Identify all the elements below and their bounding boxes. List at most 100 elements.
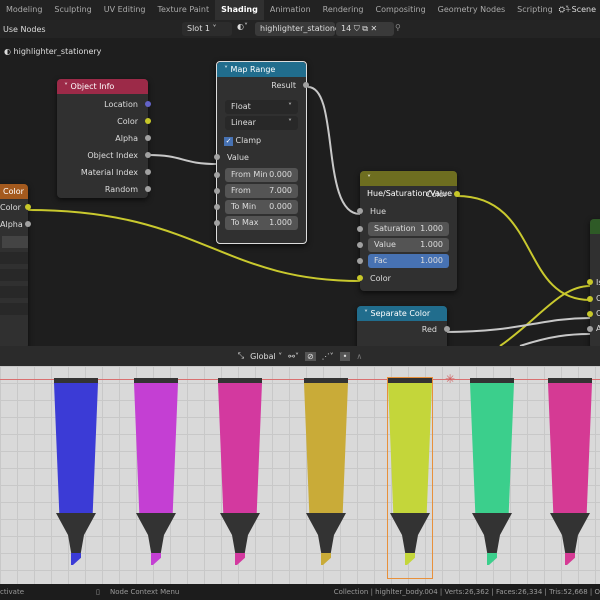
socket[interactable] xyxy=(145,152,151,158)
dropdown[interactable] xyxy=(0,252,28,264)
dropdown[interactable] xyxy=(0,269,28,281)
3d-viewport[interactable]: ✳ xyxy=(0,366,600,584)
socket[interactable] xyxy=(145,169,151,175)
socket[interactable] xyxy=(25,221,31,227)
status-middle: Node Context Menu xyxy=(110,588,180,596)
marker-body xyxy=(470,383,514,513)
tab-compositing[interactable]: Compositing xyxy=(370,0,432,20)
attribute-browse[interactable] xyxy=(2,236,28,248)
to-max-field[interactable]: To Max 1.000 xyxy=(214,216,298,230)
socket[interactable] xyxy=(303,82,309,88)
separate-color-node[interactable]: ˅ Separate Color Red xyxy=(357,306,450,351)
map-range-node[interactable]: ˅ Map Range Result Float ˅ Linear ˅ ✓ Clam… xyxy=(214,61,309,244)
highlighter-marker[interactable] xyxy=(387,377,433,579)
tab-animation[interactable]: Animation xyxy=(264,0,317,20)
to-min-field[interactable]: To Min 0.000 xyxy=(214,200,298,214)
socket[interactable] xyxy=(214,204,220,210)
output-color: Color xyxy=(57,113,151,130)
output-alpha: Alpha xyxy=(0,216,31,233)
socket[interactable] xyxy=(214,188,220,194)
tab-texture-paint[interactable]: Texture Paint xyxy=(151,0,215,20)
proportional-edit-icon[interactable]: • xyxy=(339,351,351,361)
socket[interactable] xyxy=(145,135,151,141)
object-info-node[interactable]: ˅ Object Info Location Color Alpha Objec… xyxy=(57,79,151,198)
material-browse-icon[interactable]: ◐˅ xyxy=(237,22,248,31)
socket[interactable] xyxy=(357,258,363,264)
marker-cap xyxy=(388,378,432,383)
highlighter-marker[interactable] xyxy=(134,378,178,578)
socket[interactable] xyxy=(145,118,151,124)
dropdown[interactable] xyxy=(0,286,28,298)
status-left: ctivate xyxy=(0,588,25,596)
interpolation-dropdown[interactable]: Linear ˅ xyxy=(225,116,298,130)
duplicate-icon[interactable]: ⧉ xyxy=(362,24,368,33)
marker-tip xyxy=(306,513,346,553)
highlighter-marker[interactable] xyxy=(218,378,262,578)
tab-scripting[interactable]: Scripting xyxy=(511,0,559,20)
socket[interactable] xyxy=(214,220,220,226)
output-location: Location xyxy=(57,96,151,113)
marker-nib xyxy=(487,553,497,565)
tab-rendering[interactable]: Rendering xyxy=(317,0,370,20)
tab-geometry-nodes[interactable]: Geometry Nodes xyxy=(432,0,511,20)
pivot-icon[interactable]: ⚯˅ xyxy=(288,352,299,361)
node-editor[interactable]: ◐ highlighter_stationery ˅ Object Info L… xyxy=(0,38,600,351)
marker-tip xyxy=(136,513,176,553)
socket[interactable] xyxy=(444,326,450,332)
hue-saturation-value-node[interactable]: ˅ Hue/Saturation/Value Color Hue Saturat… xyxy=(357,171,460,291)
socket[interactable] xyxy=(357,226,363,232)
scene-selector[interactable]: ⛭˅ Scene xyxy=(559,0,596,20)
marker-tip xyxy=(390,513,430,553)
unlink-icon[interactable]: ✕ xyxy=(371,24,378,33)
use-nodes-toggle[interactable]: Use Nodes xyxy=(3,25,46,34)
value-field[interactable]: Value 1.000 xyxy=(357,238,449,252)
slot-dropdown[interactable]: Slot 1 ˅ xyxy=(182,22,232,36)
highlighter-marker[interactable] xyxy=(470,378,514,578)
socket[interactable] xyxy=(587,326,593,332)
socket[interactable] xyxy=(214,154,220,160)
saturation-field[interactable]: Saturation 1.000 xyxy=(357,222,449,236)
socket[interactable] xyxy=(454,191,460,197)
workspace-tabs: Modeling Sculpting UV Editing Texture Pa… xyxy=(0,0,600,20)
socket[interactable] xyxy=(587,279,593,285)
highlighter-marker[interactable] xyxy=(54,378,98,578)
material-name-field[interactable]: highlighter_stationery xyxy=(255,22,348,36)
highlighter-marker[interactable] xyxy=(304,378,348,578)
tab-modeling[interactable]: Modeling xyxy=(0,0,48,20)
data-type-dropdown[interactable]: Float ˅ xyxy=(225,100,298,114)
marker-cap xyxy=(134,378,178,383)
socket[interactable] xyxy=(357,242,363,248)
marker-cap xyxy=(304,378,348,383)
falloff-icon[interactable]: ∧ xyxy=(356,352,362,361)
fake-user-icon[interactable]: ⛉ xyxy=(354,24,360,33)
color-attribute-node[interactable]: Color Color Alpha xyxy=(0,184,31,349)
socket[interactable] xyxy=(145,186,151,192)
highlighter-marker[interactable] xyxy=(548,378,592,578)
socket[interactable] xyxy=(145,101,151,107)
socket[interactable] xyxy=(25,204,31,210)
tab-sculpting[interactable]: Sculpting xyxy=(48,0,97,20)
marker-nib xyxy=(71,553,81,565)
from-max-field[interactable]: From Max7.000 xyxy=(214,184,298,209)
output-material-index: Material Index xyxy=(57,164,151,181)
from-min-field[interactable]: From Min 0.000 xyxy=(214,168,298,182)
tab-shading[interactable]: Shading xyxy=(215,0,264,20)
fac-field[interactable]: Fac 1.000 xyxy=(357,254,449,268)
socket[interactable] xyxy=(587,311,593,317)
dropdown[interactable] xyxy=(0,303,28,315)
marker-nib xyxy=(235,553,245,565)
socket[interactable] xyxy=(357,275,363,281)
orientation-dropdown[interactable]: Global ˅ xyxy=(250,352,282,361)
socket[interactable] xyxy=(357,208,363,214)
partial-node[interactable]: Is C C A xyxy=(587,219,600,349)
clamp-checkbox[interactable]: ✓ Clamp xyxy=(217,132,306,149)
node-editor-header: Use Nodes Slot 1 ˅ ◐˅ highlighter_statio… xyxy=(0,20,600,38)
snap-icon[interactable]: ⊘ xyxy=(304,351,316,361)
pin-icon[interactable]: ⚲ xyxy=(395,23,401,32)
socket[interactable] xyxy=(587,296,593,302)
link-hsv-color xyxy=(456,195,591,301)
socket[interactable] xyxy=(214,172,220,178)
output-red: Red xyxy=(357,321,450,338)
tab-uv-editing[interactable]: UV Editing xyxy=(98,0,152,20)
snap-target-icon[interactable]: ⋰˅ xyxy=(322,352,334,361)
